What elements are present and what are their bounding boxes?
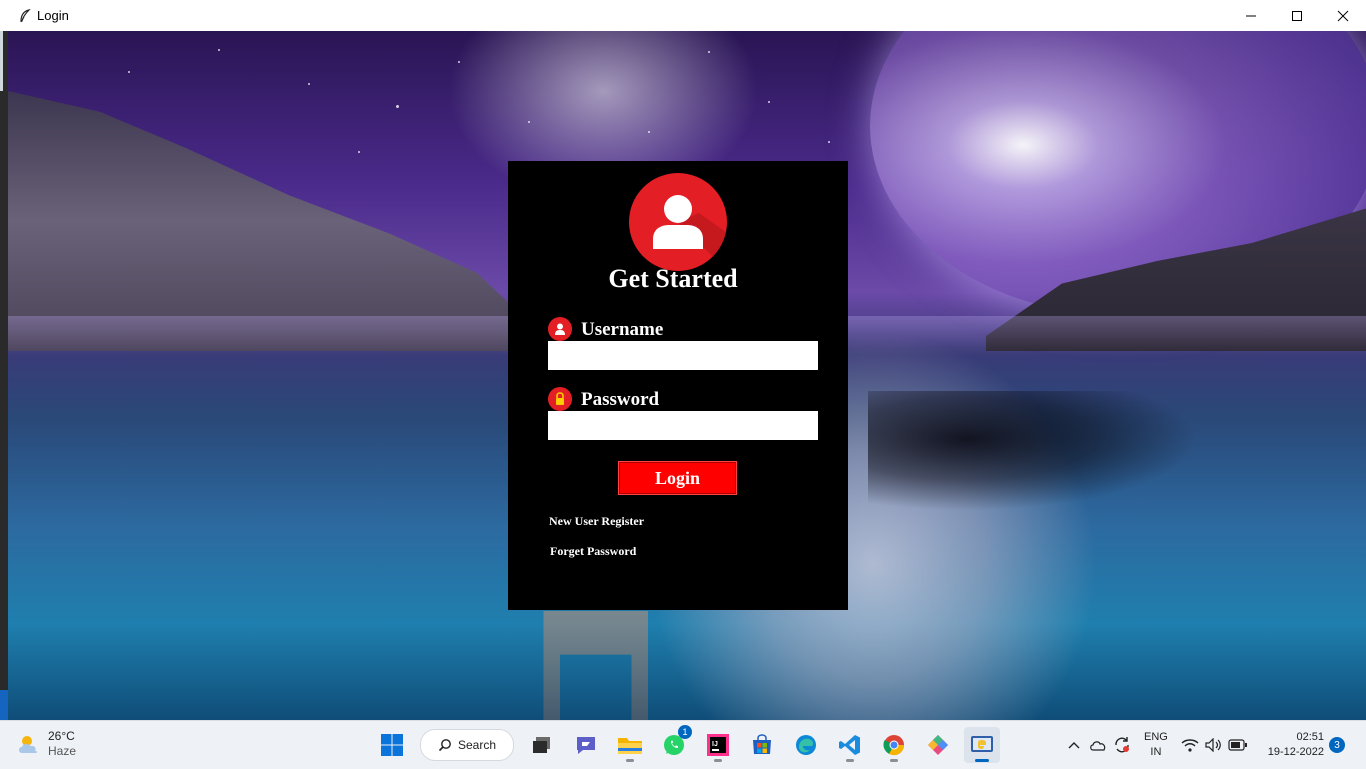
search-label: Search: [457, 738, 497, 752]
user-avatar-icon: [629, 173, 727, 271]
new-user-register-link[interactable]: New User Register: [549, 514, 644, 529]
teams-chat-icon: [577, 737, 595, 754]
vscode-icon: [839, 735, 860, 755]
whatsapp-badge: 1: [678, 725, 692, 739]
clock[interactable]: 02:51 19-12-2022: [1262, 730, 1324, 760]
password-input[interactable]: [548, 411, 818, 440]
wifi-button[interactable]: [1179, 734, 1201, 756]
weather-condition: Haze: [48, 744, 77, 758]
notification-badge[interactable]: 3: [1329, 737, 1345, 753]
app-button[interactable]: [920, 727, 956, 763]
volume-icon: [1205, 738, 1221, 752]
username-label: Username: [581, 319, 664, 340]
lock-icon: [548, 387, 572, 411]
windows-start-icon: [381, 734, 403, 756]
page-title: Get Started: [608, 264, 738, 293]
task-view-icon: [533, 737, 550, 753]
whatsapp-button[interactable]: 1: [656, 725, 692, 763]
clock-date: 19-12-2022: [1267, 746, 1324, 758]
intellij-button[interactable]: IJ: [700, 727, 736, 763]
vscode-button[interactable]: [832, 727, 868, 763]
file-explorer-icon: [618, 738, 642, 754]
battery-icon: [1228, 739, 1247, 751]
chrome-icon: [883, 735, 905, 756]
python-tk-button[interactable]: [964, 727, 1000, 763]
windows-start-button[interactable]: [374, 727, 410, 763]
feather-icon: [18, 8, 32, 23]
close-icon: [1337, 10, 1349, 21]
svg-text:IJ: IJ: [712, 741, 718, 748]
minimize-icon: [1246, 15, 1256, 16]
show-hidden-icons-button[interactable]: [1063, 734, 1085, 756]
minimize-button[interactable]: [1228, 0, 1274, 31]
task-view-button[interactable]: [524, 727, 560, 763]
volume-button[interactable]: [1203, 734, 1225, 756]
system-tray: ENG IN: [1062, 729, 1250, 761]
chrome-button[interactable]: [876, 727, 912, 763]
app-icon: [928, 735, 948, 755]
taskbar-search[interactable]: Search: [420, 729, 514, 761]
partly-cloudy-icon: [19, 736, 38, 753]
microsoft-store-icon: [753, 734, 771, 754]
microsoft-store-button[interactable]: [744, 727, 780, 763]
maximize-icon: [1292, 10, 1302, 21]
user-icon: [548, 317, 572, 341]
clock-time: 02:51: [1296, 731, 1324, 743]
wifi-icon: [1181, 739, 1199, 752]
window-title-bar: Login: [0, 0, 1366, 32]
password-label: Password: [581, 389, 660, 410]
language-indicator[interactable]: ENG IN: [1144, 730, 1168, 760]
sync-button[interactable]: [1111, 734, 1133, 756]
login-button[interactable]: Login: [618, 461, 737, 495]
file-explorer-button[interactable]: [612, 727, 648, 763]
weather-widget[interactable]: 26°C Haze: [16, 729, 76, 759]
forget-password-link[interactable]: Forget Password: [550, 544, 636, 559]
edge-button[interactable]: [788, 727, 824, 763]
edge-icon: [796, 735, 816, 755]
chevron-up-icon: [1068, 742, 1080, 749]
username-input[interactable]: [548, 341, 818, 370]
onedrive-button[interactable]: [1087, 734, 1109, 756]
python-tk-icon: [971, 736, 993, 752]
login-panel: Get Started Username Password Login New …: [508, 161, 848, 610]
window-title: Login: [37, 8, 69, 23]
close-button[interactable]: [1320, 0, 1366, 31]
weather-temperature: 26°C: [48, 729, 75, 743]
window-left-edge: [0, 31, 8, 720]
sync-icon: [1115, 737, 1129, 753]
cloud-icon: [1090, 741, 1106, 751]
maximize-button[interactable]: [1274, 0, 1320, 31]
taskbar: 26°C Haze Search 1 IJ ENG IN 02:51 19-12…: [0, 720, 1366, 769]
search-icon: [438, 739, 451, 752]
intellij-icon: IJ: [707, 734, 729, 756]
battery-button[interactable]: [1227, 734, 1249, 756]
teams-chat-button[interactable]: [568, 727, 604, 763]
